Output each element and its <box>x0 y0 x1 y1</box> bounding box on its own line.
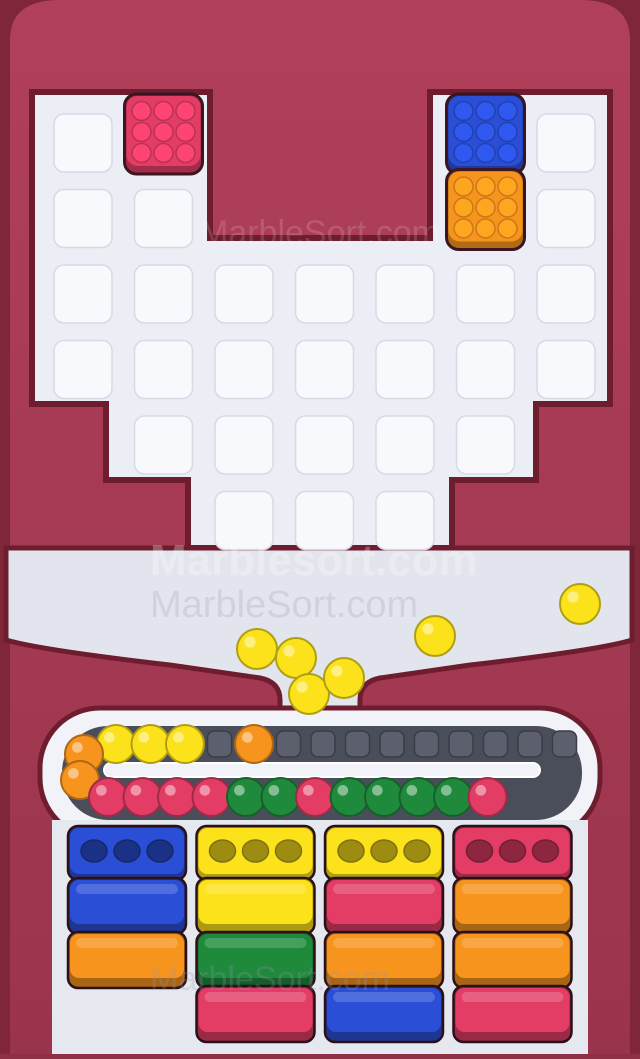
sorting-column[interactable] <box>452 824 573 1044</box>
conveyor-marble <box>88 777 128 817</box>
grid-tile[interactable] <box>294 339 355 400</box>
conveyor-slot-empty <box>551 730 578 758</box>
marble-hole <box>337 839 365 863</box>
conveyor-marble <box>364 777 404 817</box>
grid-tile[interactable] <box>294 415 355 475</box>
grid-tile[interactable] <box>214 339 274 400</box>
marble-hole <box>80 839 108 863</box>
falling-marble <box>275 637 317 679</box>
conveyor-slot-empty <box>344 730 371 758</box>
conveyor-marble <box>191 777 232 817</box>
conveyor-marble <box>467 777 508 817</box>
marble-hole <box>531 839 560 863</box>
falling-marble <box>559 583 601 625</box>
conveyor-marble <box>122 777 163 817</box>
conveyor-slot-empty <box>379 730 405 758</box>
sorting-column[interactable] <box>323 824 445 1044</box>
conveyor-marble <box>329 777 370 817</box>
grid-tile[interactable] <box>214 264 274 324</box>
game-scene <box>0 0 640 1054</box>
grid-tile[interactable] <box>294 264 355 324</box>
marble-hole <box>146 839 174 863</box>
watermark-bottom: MarbleSort.com <box>150 960 390 998</box>
queued-box-red <box>452 984 573 1044</box>
conveyor-divider <box>103 762 541 778</box>
grid-tile[interactable] <box>133 415 194 475</box>
grid-tile[interactable] <box>455 339 516 400</box>
conveyor-slot-empty <box>448 730 474 758</box>
grid-tile[interactable] <box>53 188 113 249</box>
conveyor-marble <box>130 724 171 764</box>
grid-tile[interactable] <box>536 339 596 400</box>
marble-block-blue[interactable] <box>445 92 526 176</box>
grid-tile[interactable] <box>455 415 516 475</box>
marble-block-red[interactable] <box>123 92 204 176</box>
conveyor-slot-empty <box>482 730 509 758</box>
conveyor-slot-empty <box>206 730 233 758</box>
conveyor-slot-empty <box>517 730 543 758</box>
grid-tile[interactable] <box>214 415 274 475</box>
conveyor-slot-empty <box>413 730 440 758</box>
marble-hole <box>113 839 141 863</box>
queued-box-blue <box>66 876 188 936</box>
conveyor-marble <box>433 777 473 817</box>
conveyor-marble <box>260 777 301 817</box>
marble-hole <box>274 839 303 863</box>
sorting-column[interactable] <box>195 824 316 1044</box>
grid-tile[interactable] <box>536 188 596 249</box>
grid-tile[interactable] <box>53 264 113 324</box>
marble-hole <box>241 839 270 863</box>
grid-tile[interactable] <box>536 264 596 324</box>
falling-marble <box>414 615 456 657</box>
marble-hole <box>465 839 494 863</box>
grid-tile[interactable] <box>133 264 194 324</box>
marble-hole <box>208 839 237 863</box>
grid-tile[interactable] <box>133 188 194 249</box>
queued-box-orange <box>452 876 573 936</box>
conveyor-marble <box>295 777 335 817</box>
falling-marble <box>323 657 365 699</box>
grid-tile[interactable] <box>375 415 435 475</box>
marble-block-orange[interactable] <box>445 168 526 251</box>
falling-marble <box>288 673 330 715</box>
conveyor-marble <box>398 777 439 817</box>
grid-tile[interactable] <box>53 339 113 400</box>
marble-hole <box>370 839 398 863</box>
grid-tile[interactable] <box>375 264 435 324</box>
conveyor-marble <box>234 724 274 764</box>
grid-tile[interactable] <box>133 339 194 400</box>
queued-box-red <box>323 876 445 936</box>
queued-box-orange <box>452 930 573 990</box>
queued-box-yellow <box>195 876 316 936</box>
grid-tile[interactable] <box>53 113 113 173</box>
falling-marble <box>236 628 278 670</box>
conveyor-marble <box>157 777 197 817</box>
grid-tile[interactable] <box>536 113 596 173</box>
game-screen: MarbleSort.com Marblesort.com MarbleSort… <box>0 0 640 1054</box>
marble-hole <box>403 839 431 863</box>
conveyor-slot-empty <box>275 730 302 758</box>
grid-tile[interactable] <box>375 339 435 400</box>
watermark-large: Marblesort.com <box>150 536 478 585</box>
grid-tile[interactable] <box>455 264 516 324</box>
conveyor-marble <box>165 724 205 764</box>
marble-hole <box>498 839 527 863</box>
conveyor-slot-empty <box>310 730 336 758</box>
watermark-top: MarbleSort.com <box>200 214 440 252</box>
watermark-mid: MarbleSort.com <box>150 584 419 626</box>
conveyor-marble <box>226 777 266 817</box>
